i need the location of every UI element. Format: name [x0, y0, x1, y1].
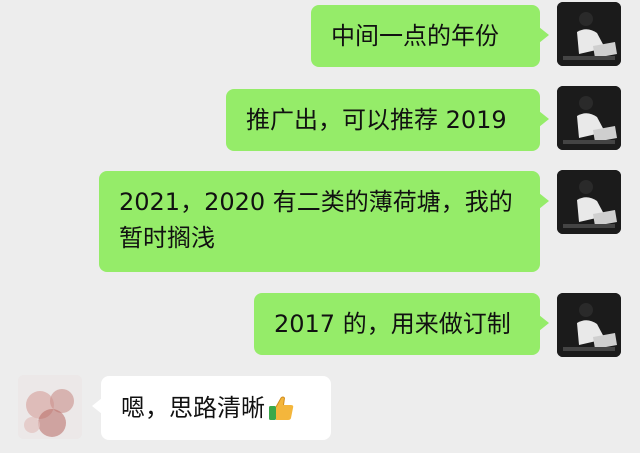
avatar-self[interactable] [557, 86, 621, 150]
avatar-self[interactable] [557, 2, 621, 66]
message-text: 中间一点的年份 [331, 22, 499, 50]
message-bubble-outgoing[interactable]: 中间一点的年份 [311, 5, 549, 67]
message-text: 推广出，可以推荐 2019 [246, 106, 507, 134]
message-bubble-outgoing[interactable]: 推广出，可以推荐 2019 [226, 89, 549, 151]
message-bubble-outgoing[interactable]: 2021，2020 有二类的薄荷塘，我的暂时搁浅 [99, 171, 549, 272]
message-text: 嗯，思路清晰 [121, 394, 265, 422]
thumbs-up-icon [267, 394, 295, 432]
avatar-image [557, 170, 621, 234]
avatar-image [18, 375, 82, 439]
chat-area: 中间一点的年份 推广出，可以推荐 2019 2021，2020 有二类的薄荷塘，… [0, 0, 640, 453]
message-text: 2017 的，用来做订制 [274, 310, 511, 338]
avatar-image [557, 86, 621, 150]
message-content: 嗯，思路清晰 [121, 390, 315, 432]
message-bubble-outgoing[interactable]: 2017 的，用来做订制 [254, 293, 549, 355]
message-bubble-incoming[interactable]: 嗯，思路清晰 [92, 376, 331, 440]
avatar-self[interactable] [557, 170, 621, 234]
avatar-self[interactable] [557, 293, 621, 357]
avatar-image [557, 2, 621, 66]
avatar-image [557, 293, 621, 357]
avatar-contact[interactable] [18, 375, 82, 439]
message-text: 2021，2020 有二类的薄荷塘，我的暂时搁浅 [119, 188, 513, 252]
